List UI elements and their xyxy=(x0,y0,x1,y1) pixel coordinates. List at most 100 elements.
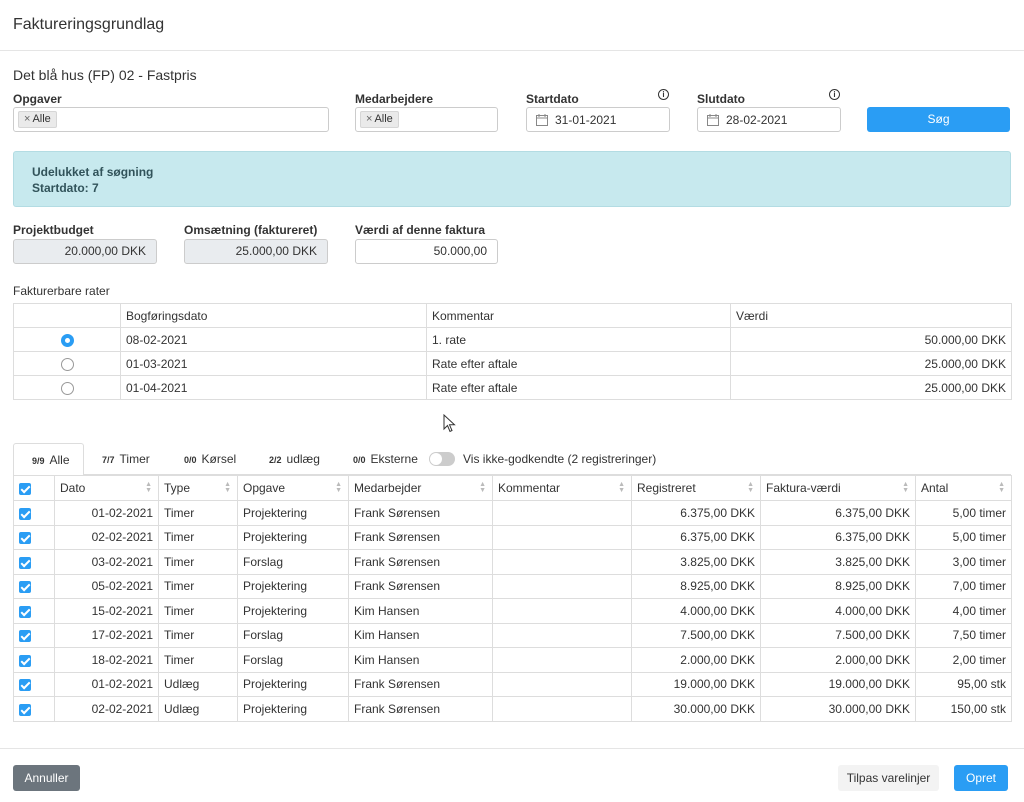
budget-value: 20.000,00 DKK xyxy=(13,239,157,264)
info-icon[interactable]: i xyxy=(658,89,669,100)
entry-checkbox[interactable] xyxy=(19,532,31,545)
create-button[interactable]: Opret xyxy=(954,765,1008,791)
entry-quantity: 5,00 timer xyxy=(915,524,1012,550)
slutdato-input[interactable]: 28-02-2021 xyxy=(697,107,841,132)
entry-type: Timer xyxy=(158,647,238,673)
remove-tag-icon[interactable]: × xyxy=(24,113,30,125)
entry-row[interactable]: 05-02-2021 Timer Projektering Frank Sørense… xyxy=(13,573,1012,599)
show-unapproved-toggle[interactable] xyxy=(429,452,455,466)
entry-checkbox[interactable] xyxy=(19,507,31,520)
opgaver-tag[interactable]: × Alle xyxy=(18,111,57,128)
entry-row[interactable]: 15-02-2021 Timer Projektering Kim Hansen 4.0… xyxy=(13,598,1012,624)
rate-row[interactable]: 08-02-2021 1. rate 50.000,00 DKK xyxy=(13,327,1012,352)
entry-quantity: 5,00 timer xyxy=(915,500,1012,526)
tab-korsel[interactable]: 0/0 Kørsel xyxy=(184,443,236,475)
entry-checkbox[interactable] xyxy=(19,679,31,692)
entry-checkbox[interactable] xyxy=(19,654,31,667)
col-opgave[interactable]: Opgave ▲ ▼ xyxy=(237,475,349,501)
project-name: Det blå hus (FP) 02 - Fastpris xyxy=(13,67,197,83)
col-type[interactable]: Type ▲ ▼ xyxy=(158,475,238,501)
entry-employee: Frank Sørensen xyxy=(348,524,493,550)
entry-checkbox-cell[interactable] xyxy=(13,671,55,697)
entry-invoice-value: 6.375,00 DKK xyxy=(760,500,916,526)
entry-checkbox-cell[interactable] xyxy=(13,598,55,624)
entry-employee: Frank Sørensen xyxy=(348,549,493,575)
medarbejdere-select[interactable]: × Alle xyxy=(355,107,498,132)
sort-icon[interactable]: ▲ ▼ xyxy=(618,481,625,494)
entry-checkbox-cell[interactable] xyxy=(13,524,55,550)
select-all-checkbox-cell[interactable] xyxy=(13,475,55,501)
entry-quantity: 3,00 timer xyxy=(915,549,1012,575)
rates-col-date[interactable]: Bogføringsdato xyxy=(120,303,427,328)
entry-comment xyxy=(492,598,632,624)
entry-task: Projektering xyxy=(237,573,349,599)
info-icon[interactable]: i xyxy=(829,89,840,100)
entry-checkbox-cell[interactable] xyxy=(13,696,55,722)
entry-row[interactable]: 01-02-2021 Udlæg Projektering Frank Sørense… xyxy=(13,671,1012,697)
rates-col-value[interactable]: Værdi xyxy=(730,303,1012,328)
invoice-value-label: Værdi af denne faktura xyxy=(355,223,486,237)
entry-row[interactable]: 18-02-2021 Timer Forslag Kim Hansen 2.000,00… xyxy=(13,647,1012,673)
select-all-checkbox[interactable] xyxy=(19,482,31,495)
entry-checkbox[interactable] xyxy=(19,581,31,594)
rates-col-select xyxy=(13,303,121,328)
mouse-cursor-icon xyxy=(443,414,456,433)
sort-icon[interactable]: ▲ ▼ xyxy=(335,481,342,494)
col-registreret[interactable]: Registreret ▲ ▼ xyxy=(631,475,761,501)
col-faktura-vaerdi[interactable]: Faktura-værdi ▲ ▼ xyxy=(760,475,916,501)
entry-registered: 6.375,00 DKK xyxy=(631,500,761,526)
rate-row[interactable]: 01-04-2021 Rate efter aftale 25.000,00 D… xyxy=(13,375,1012,400)
remove-tag-icon[interactable]: × xyxy=(366,113,372,125)
tab-eksterne[interactable]: 0/0 Eksterne xyxy=(353,443,418,475)
entry-checkbox-cell[interactable] xyxy=(13,622,55,648)
tab-timer[interactable]: 7/7 Timer xyxy=(102,443,150,475)
col-kommentar[interactable]: Kommentar ▲ ▼ xyxy=(492,475,632,501)
sort-icon[interactable]: ▲ ▼ xyxy=(479,481,486,494)
cancel-button[interactable]: Annuller xyxy=(13,765,80,791)
entry-checkbox[interactable] xyxy=(19,630,31,643)
invoice-value-input[interactable]: 50.000,00 xyxy=(355,239,498,264)
entry-row[interactable]: 17-02-2021 Timer Forslag Kim Hansen 7.500,00… xyxy=(13,622,1012,648)
entry-employee: Kim Hansen xyxy=(348,622,493,648)
entry-checkbox-cell[interactable] xyxy=(13,549,55,575)
rate-radio-selected[interactable] xyxy=(60,333,74,347)
search-button[interactable]: Søg xyxy=(867,107,1010,132)
entry-quantity: 7,00 timer xyxy=(915,573,1012,599)
calendar-icon xyxy=(707,114,719,126)
entry-invoice-value: 30.000,00 DKK xyxy=(760,696,916,722)
entry-checkbox[interactable] xyxy=(19,605,31,618)
entry-checkbox-cell[interactable] xyxy=(13,573,55,599)
excluded-alert: Udelukket af søgning Startdato: 7 xyxy=(13,151,1011,207)
sort-icon[interactable]: ▲ ▼ xyxy=(224,481,231,494)
entry-checkbox[interactable] xyxy=(19,556,31,569)
adjust-lines-button[interactable]: Tilpas varelinjer xyxy=(838,765,939,791)
entry-row[interactable]: 02-02-2021 Udlæg Projektering Frank Sørense… xyxy=(13,696,1012,722)
col-dato[interactable]: Dato ▲ ▼ xyxy=(54,475,159,501)
entry-comment xyxy=(492,500,632,526)
sort-icon[interactable]: ▲ ▼ xyxy=(998,481,1005,494)
col-medarbejder[interactable]: Medarbejder ▲ ▼ xyxy=(348,475,493,501)
rate-radio[interactable] xyxy=(60,381,74,395)
opgaver-select[interactable]: × Alle xyxy=(13,107,329,132)
entry-checkbox-cell[interactable] xyxy=(13,647,55,673)
tab-udlaeg[interactable]: 2/2 udlæg xyxy=(269,443,320,475)
entry-quantity: 2,00 timer xyxy=(915,647,1012,673)
entry-row[interactable]: 02-02-2021 Timer Projektering Frank Sørense… xyxy=(13,524,1012,550)
sort-icon[interactable]: ▲ ▼ xyxy=(902,481,909,494)
rate-row[interactable]: 01-03-2021 Rate efter aftale 25.000,00 D… xyxy=(13,351,1012,376)
col-antal[interactable]: Antal ▲ ▼ xyxy=(915,475,1012,501)
entry-row[interactable]: 01-02-2021 Timer Projektering Frank Sørense… xyxy=(13,500,1012,526)
rate-radio[interactable] xyxy=(60,357,74,371)
rates-col-comment[interactable]: Kommentar xyxy=(426,303,731,328)
tab-alle[interactable]: 9/9 Alle xyxy=(13,443,84,476)
entry-employee: Kim Hansen xyxy=(348,647,493,673)
medarbejdere-tag[interactable]: × Alle xyxy=(360,111,399,128)
sort-icon[interactable]: ▲ ▼ xyxy=(145,481,152,494)
entry-checkbox-cell[interactable] xyxy=(13,500,55,526)
startdato-input[interactable]: 31-01-2021 xyxy=(526,107,670,132)
entry-checkbox[interactable] xyxy=(19,703,31,716)
entry-employee: Kim Hansen xyxy=(348,598,493,624)
sort-icon[interactable]: ▲ ▼ xyxy=(747,481,754,494)
entry-row[interactable]: 03-02-2021 Timer Forslag Frank Sørensen 3.82… xyxy=(13,549,1012,575)
entry-invoice-value: 2.000,00 DKK xyxy=(760,647,916,673)
